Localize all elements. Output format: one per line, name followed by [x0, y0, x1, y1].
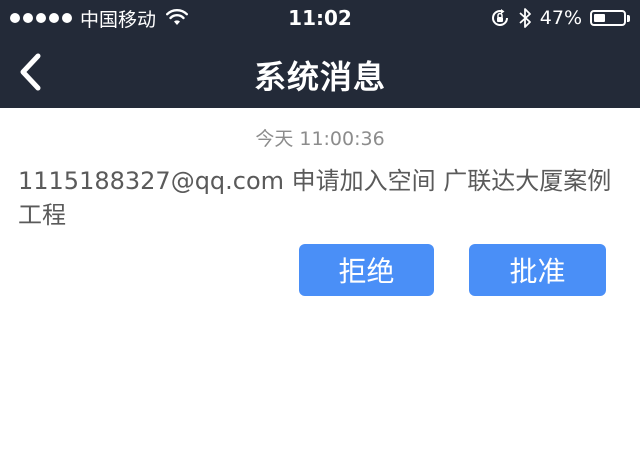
rotation-lock-icon	[491, 9, 508, 26]
battery-percent: 47%	[539, 7, 582, 29]
approve-button[interactable]: 批准	[469, 244, 606, 296]
status-bar-right: 47%	[490, 6, 630, 30]
nav-bar: 系统消息	[0, 36, 640, 108]
page-title: 系统消息	[253, 58, 386, 96]
battery-icon	[590, 10, 630, 26]
reject-button[interactable]: 拒绝	[299, 244, 434, 296]
app-header: 中国移动 11:02 47% 系统消息	[0, 0, 640, 108]
message-text: 1115188327@qq.com 申请加入空间 广联达大厦案例工程	[18, 167, 612, 229]
battery-fill	[594, 14, 606, 22]
bluetooth-icon	[519, 8, 531, 28]
message-timestamp: 今天 11:00:36	[255, 128, 385, 150]
status-bar: 中国移动 11:02 47%	[0, 0, 640, 36]
